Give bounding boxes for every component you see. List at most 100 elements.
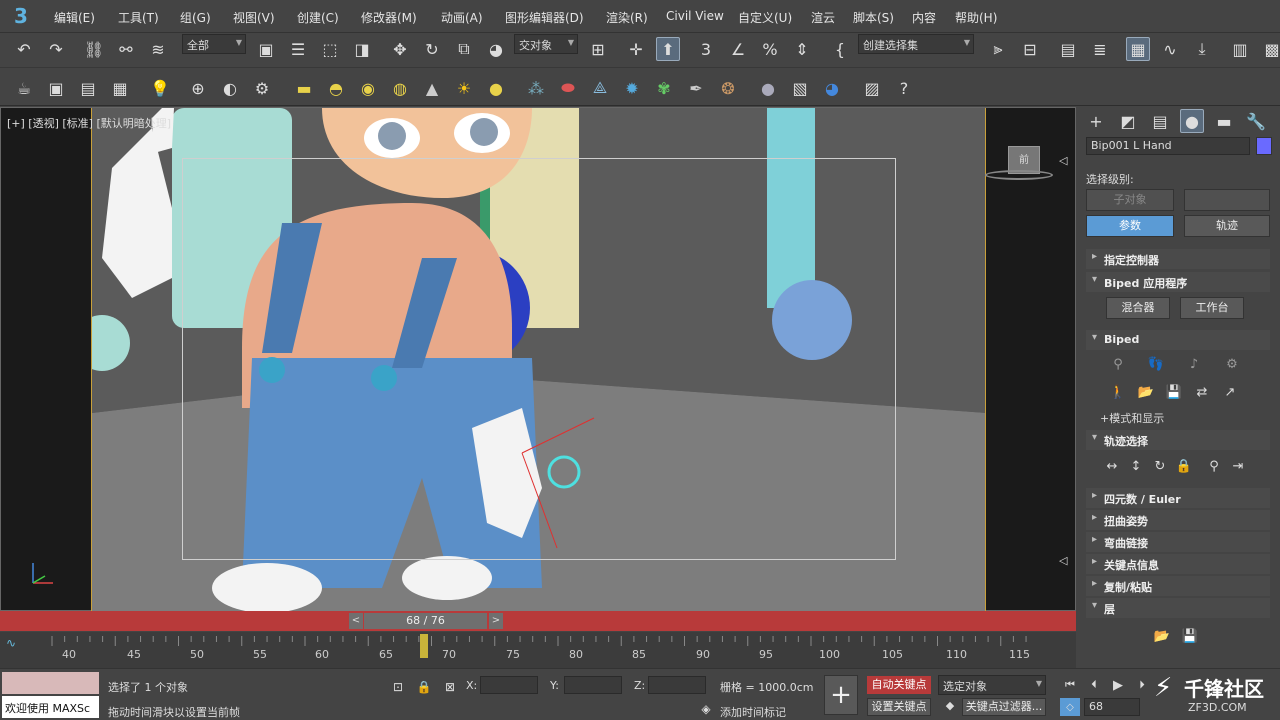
percent-snap-icon[interactable]: % [758, 37, 782, 61]
body-rotation-icon[interactable]: ↻ [1148, 454, 1172, 478]
mixer-mode-icon[interactable]: ⚙ [1220, 352, 1244, 376]
app-logo-icon[interactable]: 3 [4, 2, 38, 30]
hair-fur-icon[interactable]: ✒ [684, 76, 708, 100]
rollout-biped[interactable]: Biped [1086, 330, 1270, 350]
set-key-big-icon[interactable]: + [824, 675, 858, 715]
undo-icon[interactable]: ↶ [12, 37, 36, 61]
render-frame-icon[interactable]: ▣ [44, 76, 68, 100]
menu-graph-editors[interactable]: 图形编辑器(D) [505, 9, 584, 26]
figure-mode-icon[interactable]: ⚲ [1106, 352, 1130, 376]
menu-help[interactable]: 帮助(H) [955, 9, 997, 26]
cone-icon[interactable]: ▲ [420, 76, 444, 100]
capsule-icon[interactable]: ⬬ [556, 76, 580, 100]
unlink-icon[interactable]: ⚯ [114, 37, 138, 61]
keyboard-shortcut-override-icon[interactable]: ⬆ [656, 37, 680, 61]
symmetrical-icon[interactable]: ⚲ [1202, 454, 1226, 478]
asset-tracking-icon[interactable]: ▨ [860, 76, 884, 100]
time-slider-track[interactable] [0, 611, 1076, 631]
scroll-marker-top-icon[interactable]: ◁ [1059, 154, 1067, 167]
render-iterative-icon[interactable]: ▦ [108, 76, 132, 100]
plane-icon[interactable]: ▬ [292, 76, 316, 100]
rollout-bend-links[interactable]: 弯曲链接 [1086, 532, 1270, 552]
scene-explorer-icon[interactable]: ▤ [1056, 37, 1080, 61]
params-button[interactable]: 参数 [1086, 215, 1174, 237]
save-file-icon[interactable]: 💾 [1162, 380, 1186, 404]
create-tab-icon[interactable]: + [1084, 109, 1108, 133]
pivot-center-icon[interactable]: ⊞ [586, 37, 610, 61]
menu-scripting[interactable]: 脚本(S) [853, 9, 894, 26]
grass-icon[interactable]: ✾ [652, 76, 676, 100]
key-target-dropdown[interactable]: 选定对象 [938, 675, 1046, 695]
menu-customize[interactable]: 自定义(U) [738, 9, 792, 26]
menu-cloud[interactable]: 渲云 [811, 9, 835, 26]
isolate-selection-icon[interactable]: ⊡ [386, 675, 410, 699]
snap-toggle-icon[interactable]: 3 [694, 37, 718, 61]
mode-display-expander[interactable]: +模式和显示 [1100, 410, 1280, 430]
menu-modifiers[interactable]: 修改器(M) [361, 9, 417, 26]
layer-save-icon[interactable]: 💾 [1178, 624, 1202, 648]
selection-filter-dropdown[interactable]: 全部 [182, 34, 246, 54]
rollout-key-info[interactable]: 关键点信息 [1086, 554, 1270, 574]
prev-frame-icon[interactable]: < [349, 613, 363, 629]
render-icon[interactable]: ▤ [76, 76, 100, 100]
key-filters-button[interactable]: 关键点过滤器... [962, 698, 1046, 716]
redo-icon[interactable]: ↷ [44, 37, 68, 61]
track-bar[interactable] [0, 632, 1076, 668]
menu-rendering[interactable]: 渲染(R) [606, 9, 648, 26]
ribbon-toggle-icon[interactable]: ▦ [1126, 37, 1150, 61]
x-coord-field[interactable] [480, 676, 538, 694]
rollout-layers[interactable]: 层 [1086, 598, 1270, 618]
sun-icon[interactable]: ☀ [452, 76, 476, 100]
maxscript-mini-listener[interactable]: 欢迎使用 MAXSc [2, 696, 99, 718]
gear-icon[interactable]: ✹ [620, 76, 644, 100]
rollout-biped-app[interactable]: Biped 应用程序 [1086, 272, 1270, 292]
selection-lock-icon[interactable]: 🔒 [412, 675, 436, 699]
light-icon[interactable]: 💡 [148, 76, 172, 100]
named-selection-dropdown[interactable]: 创建选择集 [858, 34, 974, 54]
body-vertical-icon[interactable]: ↕ [1124, 454, 1148, 478]
footstep-mode-icon[interactable]: 👣 [1144, 352, 1168, 376]
render-setup-icon[interactable]: ▩ [1260, 37, 1280, 61]
object-name-field[interactable]: Bip001 L Hand [1086, 137, 1250, 155]
utilities-tab-icon[interactable]: 🔧 [1244, 109, 1268, 133]
hair-icon[interactable]: ⁂ [524, 76, 548, 100]
particle-icon[interactable]: ⚙ [250, 76, 274, 100]
auto-key-button[interactable]: 自动关键点 [867, 676, 931, 694]
scroll-marker-bottom-icon[interactable]: ◁ [1059, 554, 1067, 567]
hemisphere-icon[interactable]: ◓ [324, 76, 348, 100]
move-icon[interactable]: ✥ [388, 37, 412, 61]
add-time-tag[interactable]: 添加时间标记 [720, 704, 786, 720]
sub-object-button[interactable]: 子对象 [1086, 189, 1174, 211]
convert-icon[interactable]: ⇄ [1190, 380, 1214, 404]
sub-object-dropdown[interactable] [1184, 189, 1270, 211]
motion-flow-icon[interactable]: ♪ [1182, 352, 1206, 376]
biped-playback-icon[interactable]: 🚶 [1106, 380, 1130, 404]
key-filter-icon[interactable]: ◆ [940, 695, 960, 715]
rollout-quaternion[interactable]: 四元数 / Euler [1086, 488, 1270, 508]
menu-group[interactable]: 组(G) [180, 9, 211, 26]
menu-views[interactable]: 视图(V) [233, 9, 275, 26]
angle-snap-icon[interactable]: ∠ [726, 37, 750, 61]
mirror-icon[interactable]: ⫸ [986, 37, 1010, 61]
place-icon[interactable]: ◕ [484, 37, 508, 61]
align-icon[interactable]: ⊟ [1018, 37, 1042, 61]
play-icon[interactable]: ▶ [1108, 675, 1128, 695]
perspective-viewport[interactable]: [+] [透视] [标准] [默认明暗处理] 前 ◁ ◁ [0, 107, 1076, 611]
menu-edit[interactable]: 编辑(E) [54, 9, 95, 26]
hierarchy-tab-icon[interactable]: ▤ [1148, 109, 1172, 133]
rollout-track-select[interactable]: 轨迹选择 [1086, 430, 1270, 450]
curve-editor-mini-icon[interactable]: ∿ [6, 636, 16, 650]
rollout-copy-paste[interactable]: 复制/粘贴 [1086, 576, 1270, 596]
rotate-icon[interactable]: ↻ [420, 37, 444, 61]
load-file-icon[interactable]: 📂 [1134, 380, 1158, 404]
map-browser-icon[interactable]: ▧ [788, 76, 812, 100]
link-icon[interactable]: ⛓ [82, 37, 106, 61]
scale-icon[interactable]: ⧉ [452, 37, 476, 61]
next-frame-button-icon[interactable]: ⏵ [1132, 675, 1152, 695]
lock-cob-icon[interactable]: 🔒 [1172, 454, 1196, 478]
go-to-start-icon[interactable]: ⏮ [1060, 675, 1080, 695]
cloth-icon[interactable]: ❂ [716, 76, 740, 100]
rollout-assign-controller[interactable]: 指定控制器 [1086, 249, 1270, 269]
opposite-icon[interactable]: ⇥ [1226, 454, 1250, 478]
set-key-button[interactable]: 设置关键点 [867, 698, 931, 716]
